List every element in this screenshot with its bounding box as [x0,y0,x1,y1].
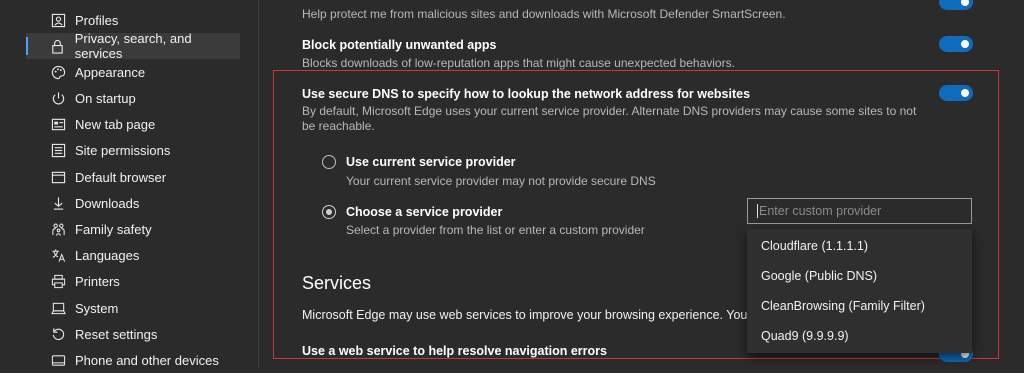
power-icon [50,90,66,106]
printer-icon [50,273,66,289]
pua-toggle[interactable] [939,36,973,52]
reset-icon [50,326,66,342]
option-current-provider-title: Use current service provider [346,155,516,169]
sidebar-item-label: Profiles [75,12,119,28]
sidebar-item-label: Default browser [75,169,167,185]
download-icon [50,195,66,211]
services-description: Microsoft Edge may use web services to i… [302,308,747,322]
sidebar-item-printers[interactable]: Printers [26,268,240,294]
sidebar-item-label: Site permissions [75,142,171,158]
radio-current-provider[interactable] [322,155,336,169]
profile-icon [50,12,66,28]
languages-icon [50,247,66,263]
sidebar-item-appearance[interactable]: Appearance [26,59,240,85]
custom-provider-placeholder: Enter custom provider [759,204,882,218]
sidebar-item-label: Appearance [75,64,146,80]
sidebar-item-label: Phone and other devices [75,352,219,368]
sidebar-item-reset-settings[interactable]: Reset settings [26,321,240,347]
sidebar-item-privacy[interactable]: Privacy, search, and services [26,31,240,61]
sidebar-item-system[interactable]: System [26,295,240,321]
family-icon [50,221,66,237]
sidebar-item-languages[interactable]: Languages [26,242,240,268]
provider-option-cloudflare[interactable]: Cloudflare (1.1.1.1) [761,239,868,253]
sidebar-item-default-browser[interactable]: Default browser [26,164,240,190]
pua-title: Block potentially unwanted apps [302,38,497,52]
sidebar-item-label: Printers [75,273,120,289]
radio-choose-provider[interactable] [322,205,336,219]
sidebar-item-label: New tab page [75,116,156,132]
custom-provider-input[interactable]: Enter custom provider [747,198,972,224]
permissions-icon [50,142,66,158]
secure-dns-toggle[interactable] [939,85,973,101]
services-description-clip: Microsoft Edge may use web services to i… [302,307,747,325]
smartscreen-toggle[interactable] [939,0,973,10]
browser-icon [50,169,66,185]
sidebar-item-label: Reset settings [75,326,158,342]
smartscreen-description: Help protect me from malicious sites and… [302,7,786,21]
sidebar-item-site-permissions[interactable]: Site permissions [26,137,240,163]
secure-dns-title: Use secure DNS to specify how to lookup … [302,87,751,101]
option-choose-provider-title: Choose a service provider [346,205,503,219]
provider-option-quad9[interactable]: Quad9 (9.9.9.9) [761,329,849,343]
phone-icon [50,352,66,368]
navigation-errors-title: Use a web service to help resolve naviga… [302,344,607,358]
secure-dns-description-line2: be reachable. [302,119,375,133]
sidebar-divider [258,0,259,369]
sidebar: Profiles Privacy, search, and services A… [0,0,258,369]
sidebar-item-label: Downloads [75,195,140,211]
option-choose-provider-description: Select a provider from the list or enter… [346,223,645,237]
text-caret [757,204,758,218]
lock-icon [50,38,66,54]
newtab-icon [50,116,66,132]
sidebar-item-label: System [75,300,119,316]
sidebar-item-label: On startup [75,90,136,106]
pua-description: Blocks downloads of low-reputation apps … [302,56,735,70]
sidebar-item-profiles[interactable]: Profiles [26,7,240,33]
provider-option-google[interactable]: Google (Public DNS) [761,269,877,283]
system-icon [50,300,66,316]
palette-icon [50,64,66,80]
sidebar-item-new-tab-page[interactable]: New tab page [26,111,240,137]
sidebar-item-label: Family safety [75,221,152,237]
secure-dns-description-line1: By default, Microsoft Edge uses your cur… [302,104,917,118]
sidebar-item-label: Languages [75,247,140,263]
sidebar-item-on-startup[interactable]: On startup [26,85,240,111]
option-current-provider-description: Your current service provider may not pr… [346,174,656,188]
services-heading: Services [302,273,372,293]
sidebar-item-downloads[interactable]: Downloads [26,190,240,216]
sidebar-item-label: Privacy, search, and services [74,31,192,61]
sidebar-item-phone-devices[interactable]: Phone and other devices [26,347,240,373]
provider-dropdown: Cloudflare (1.1.1.1) Google (Public DNS)… [747,229,972,353]
sidebar-item-family-safety[interactable]: Family safety [26,216,240,242]
provider-option-cleanbrowsing[interactable]: CleanBrowsing (Family Filter) [761,299,925,313]
